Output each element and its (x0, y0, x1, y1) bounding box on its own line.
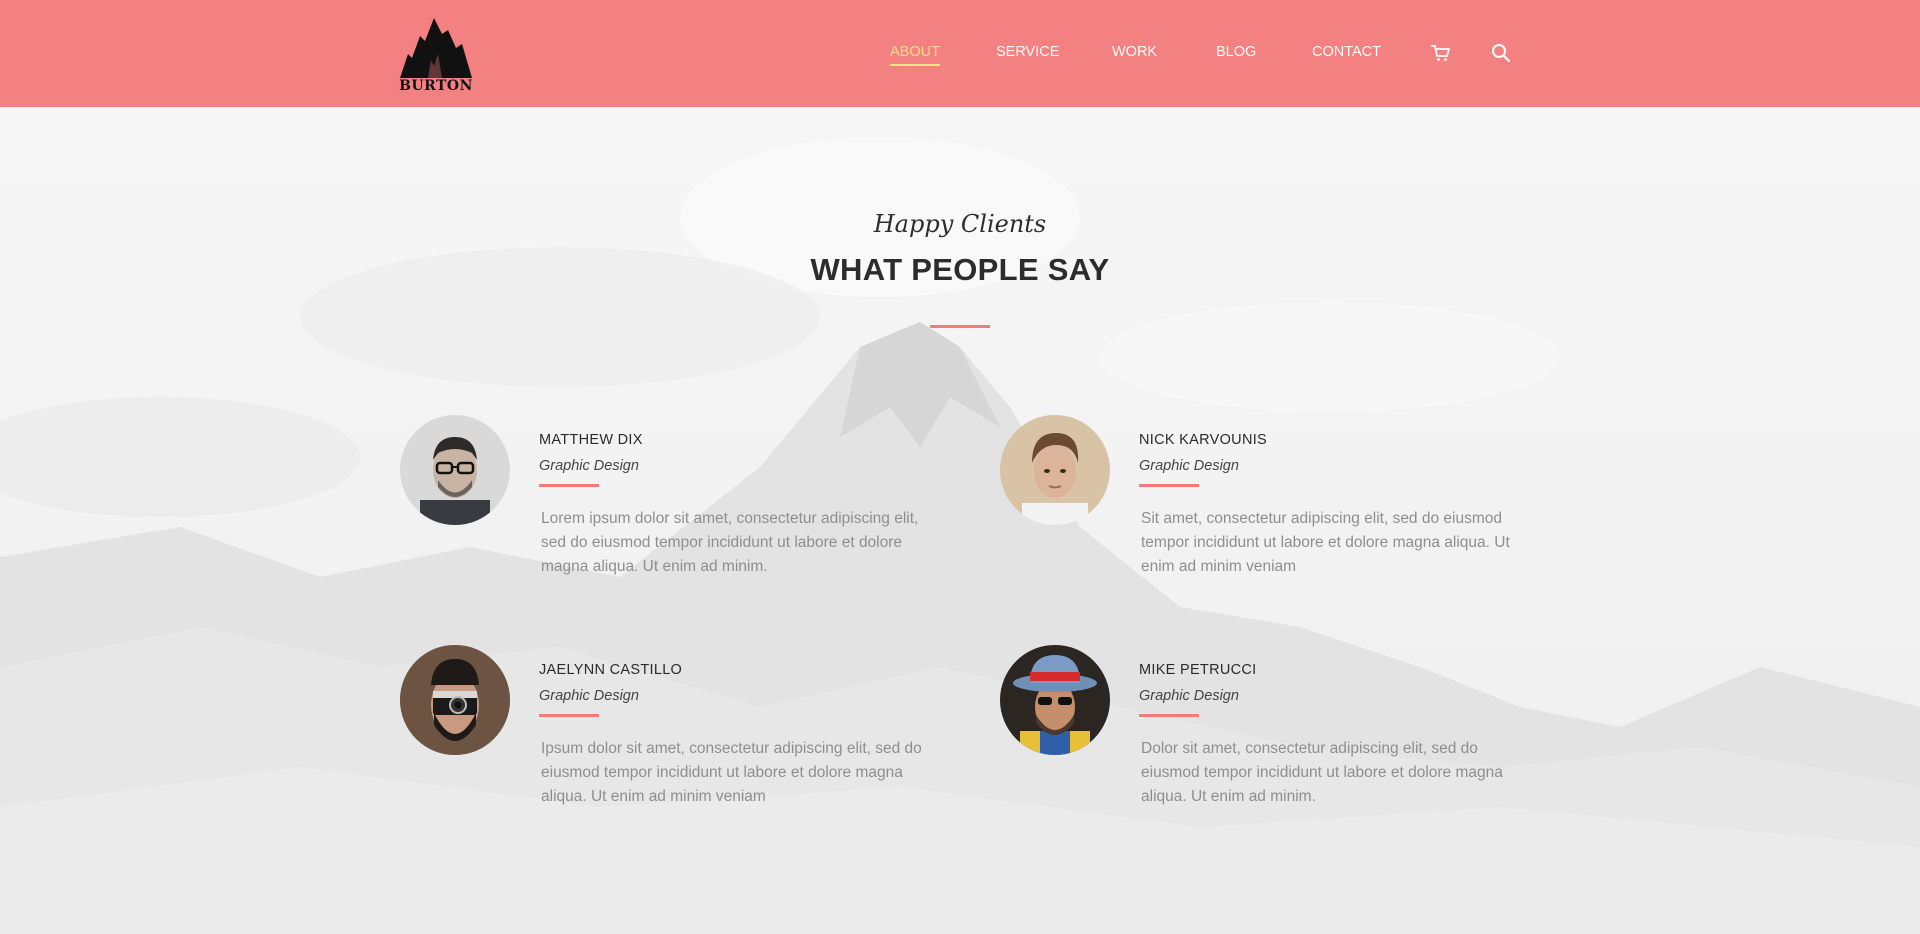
testimonial-name: JAELYNN CASTILLO (539, 662, 683, 678)
section-title: WHAT PEOPLE SAY (810, 252, 1110, 287)
testimonial-text: Lorem ipsum dolor sit amet, consectetur … (541, 510, 919, 575)
logo-text: BURTON (399, 78, 473, 94)
testimonial-name: NICK KARVOUNIS (1139, 432, 1268, 448)
testimonial-card: JAELYNN CASTILLO Graphic Design Ipsum do… (400, 645, 960, 825)
avatar (400, 415, 510, 525)
testimonial-text: Dolor sit amet, consectetur adipiscing e… (1141, 740, 1503, 805)
avatar (1000, 645, 1110, 755)
testimonial-card: MIKE PETRUCCI Graphic Design Dolor sit a… (1000, 645, 1560, 825)
nav-item-blog[interactable]: BLOG (1216, 44, 1256, 60)
avatar (400, 645, 510, 755)
testimonial-divider (1139, 484, 1199, 487)
testimonial-role: Graphic Design (1139, 458, 1239, 474)
testimonial-divider (1139, 714, 1199, 717)
testimonial-text: Sit amet, consectetur adipiscing elit, s… (1141, 510, 1510, 575)
nav-item-work[interactable]: WORK (1112, 44, 1157, 60)
testimonial-role: Graphic Design (539, 458, 639, 474)
testimonial-card: NICK KARVOUNIS Graphic Design Sit amet, … (1000, 415, 1560, 595)
person-photo-icon (1000, 645, 1110, 755)
testimonial-name: MATTHEW DIX (539, 432, 643, 448)
site-header: BURTON ABOUT SERVICE WORK BLOG CONTACT (0, 0, 1920, 107)
person-photo-icon (400, 645, 510, 755)
testimonial-name: MIKE PETRUCCI (1139, 662, 1257, 678)
testimonial-text: Ipsum dolor sit amet, consectetur adipis… (541, 740, 922, 805)
testimonial-card: MATTHEW DIX Graphic Design Lorem ipsum d… (400, 415, 960, 595)
person-photo-icon (400, 415, 510, 525)
testimonial-divider (539, 714, 599, 717)
testimonial-divider (539, 484, 599, 487)
cart-icon[interactable] (1430, 42, 1452, 64)
section-subtitle: Happy Clients (873, 210, 1047, 238)
nav-item-contact[interactable]: CONTACT (1312, 44, 1381, 60)
nav-item-about[interactable]: ABOUT (890, 44, 940, 66)
testimonial-role: Graphic Design (539, 688, 639, 704)
testimonial-role: Graphic Design (1139, 688, 1239, 704)
person-photo-icon (1000, 415, 1110, 525)
section-divider (930, 325, 990, 328)
mountain-logo-icon (400, 18, 472, 78)
nav-item-service[interactable]: SERVICE (996, 44, 1059, 60)
avatar (1000, 415, 1110, 525)
search-icon[interactable] (1490, 42, 1512, 64)
burton-logo[interactable]: BURTON (398, 14, 474, 94)
